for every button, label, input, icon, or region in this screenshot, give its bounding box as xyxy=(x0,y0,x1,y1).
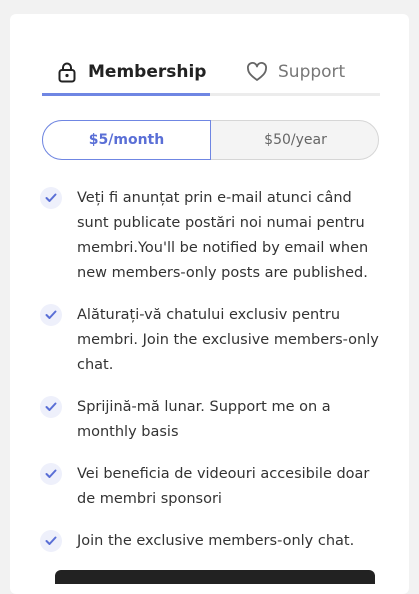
join-button-partial[interactable] xyxy=(55,570,375,584)
check-icon xyxy=(40,187,62,209)
membership-tabs: Membership Support xyxy=(42,48,380,96)
monthly-option-button[interactable]: $5/month xyxy=(42,120,211,160)
heart-icon xyxy=(246,61,268,83)
benefit-text: Vei beneficia de videouri accesibile doa… xyxy=(77,466,370,507)
benefit-text: Sprijină-mă lunar. Support me on a month… xyxy=(77,399,331,440)
billing-period-toggle: $5/month $50/year xyxy=(42,120,379,160)
yearly-option-button[interactable]: $50/year xyxy=(211,120,380,160)
lock-icon xyxy=(56,61,78,83)
benefit-text: Veți fi anunțat prin e-mail atunci când … xyxy=(77,190,369,281)
list-item: Alăturați-vă chatului exclusiv pentru me… xyxy=(40,303,385,378)
membership-card: Membership Support $5/month $50/year Veț… xyxy=(10,14,409,594)
tab-membership-label: Membership xyxy=(88,62,207,82)
list-item: Vei beneficia de videouri accesibile doa… xyxy=(40,462,385,512)
check-icon xyxy=(40,396,62,418)
check-icon xyxy=(40,530,62,552)
benefits-list: Veți fi anunțat prin e-mail atunci când … xyxy=(40,186,385,571)
list-item: Sprijină-mă lunar. Support me on a month… xyxy=(40,395,385,445)
list-item: Join the exclusive members-only chat. xyxy=(40,529,385,554)
tab-support-label: Support xyxy=(278,62,346,82)
list-item: Veți fi anunțat prin e-mail atunci când … xyxy=(40,186,385,286)
tab-membership[interactable]: Membership xyxy=(42,48,210,96)
benefit-text: Join the exclusive members-only chat. xyxy=(77,533,355,549)
check-icon xyxy=(40,463,62,485)
check-icon xyxy=(40,304,62,326)
benefit-text: Alăturați-vă chatului exclusiv pentru me… xyxy=(77,307,379,373)
active-tab-indicator xyxy=(42,93,210,96)
tab-support[interactable]: Support xyxy=(210,48,380,96)
